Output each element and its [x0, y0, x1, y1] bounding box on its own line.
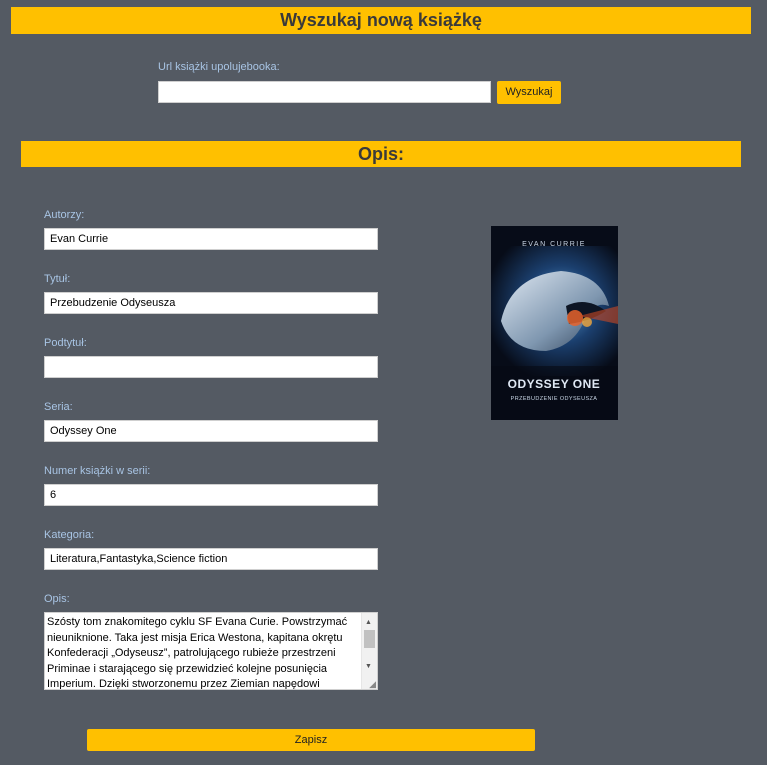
- save-button[interactable]: Zapisz: [87, 729, 535, 751]
- cover-series-text: ODYSSEY ONE: [508, 377, 601, 391]
- url-label: Url książki upolujebooka:: [158, 61, 280, 73]
- subtitle-label: Podtytuł:: [44, 337, 87, 349]
- resize-grip-icon[interactable]: ◢: [369, 680, 376, 689]
- description-textarea[interactable]: Szósty tom znakomitego cyklu SF Evana Cu…: [44, 612, 378, 690]
- description-text: Szósty tom znakomitego cyklu SF Evana Cu…: [47, 616, 348, 690]
- series-label: Seria:: [44, 401, 73, 413]
- page-title: Wyszukaj nową książkę: [11, 7, 751, 34]
- category-field[interactable]: Literatura,Fantastyka,Science fiction: [44, 548, 378, 570]
- scroll-thumb[interactable]: [364, 630, 375, 648]
- description-section-title: Opis:: [21, 141, 741, 167]
- title-label: Tytuł:: [44, 273, 71, 285]
- subtitle-field[interactable]: [44, 356, 378, 378]
- title-field[interactable]: Przebudzenie Odyseusza: [44, 292, 378, 314]
- authors-field[interactable]: Evan Currie: [44, 228, 378, 250]
- cover-author-text: EVAN CURRIE: [522, 241, 586, 248]
- search-button[interactable]: Wyszukaj: [497, 81, 561, 104]
- series-field[interactable]: Odyssey One: [44, 420, 378, 442]
- url-input[interactable]: [158, 81, 491, 103]
- cover-title-text: PRZEBUDZENIE ODYSEUSZA: [511, 396, 598, 402]
- book-cover-image: EVAN CURRIE ODYSSEY ONE PRZEBUDZENIE ODY…: [491, 226, 618, 420]
- authors-label: Autorzy:: [44, 209, 85, 221]
- description-label: Opis:: [44, 593, 70, 605]
- series-number-field[interactable]: 6: [44, 484, 378, 506]
- category-label: Kategoria:: [44, 529, 95, 541]
- scroll-down-icon[interactable]: ▼: [365, 659, 372, 675]
- series-number-label: Numer książki w serii:: [44, 465, 151, 477]
- description-scrollbar[interactable]: ▲ ▼: [361, 613, 377, 689]
- scroll-up-icon[interactable]: ▲: [365, 615, 372, 631]
